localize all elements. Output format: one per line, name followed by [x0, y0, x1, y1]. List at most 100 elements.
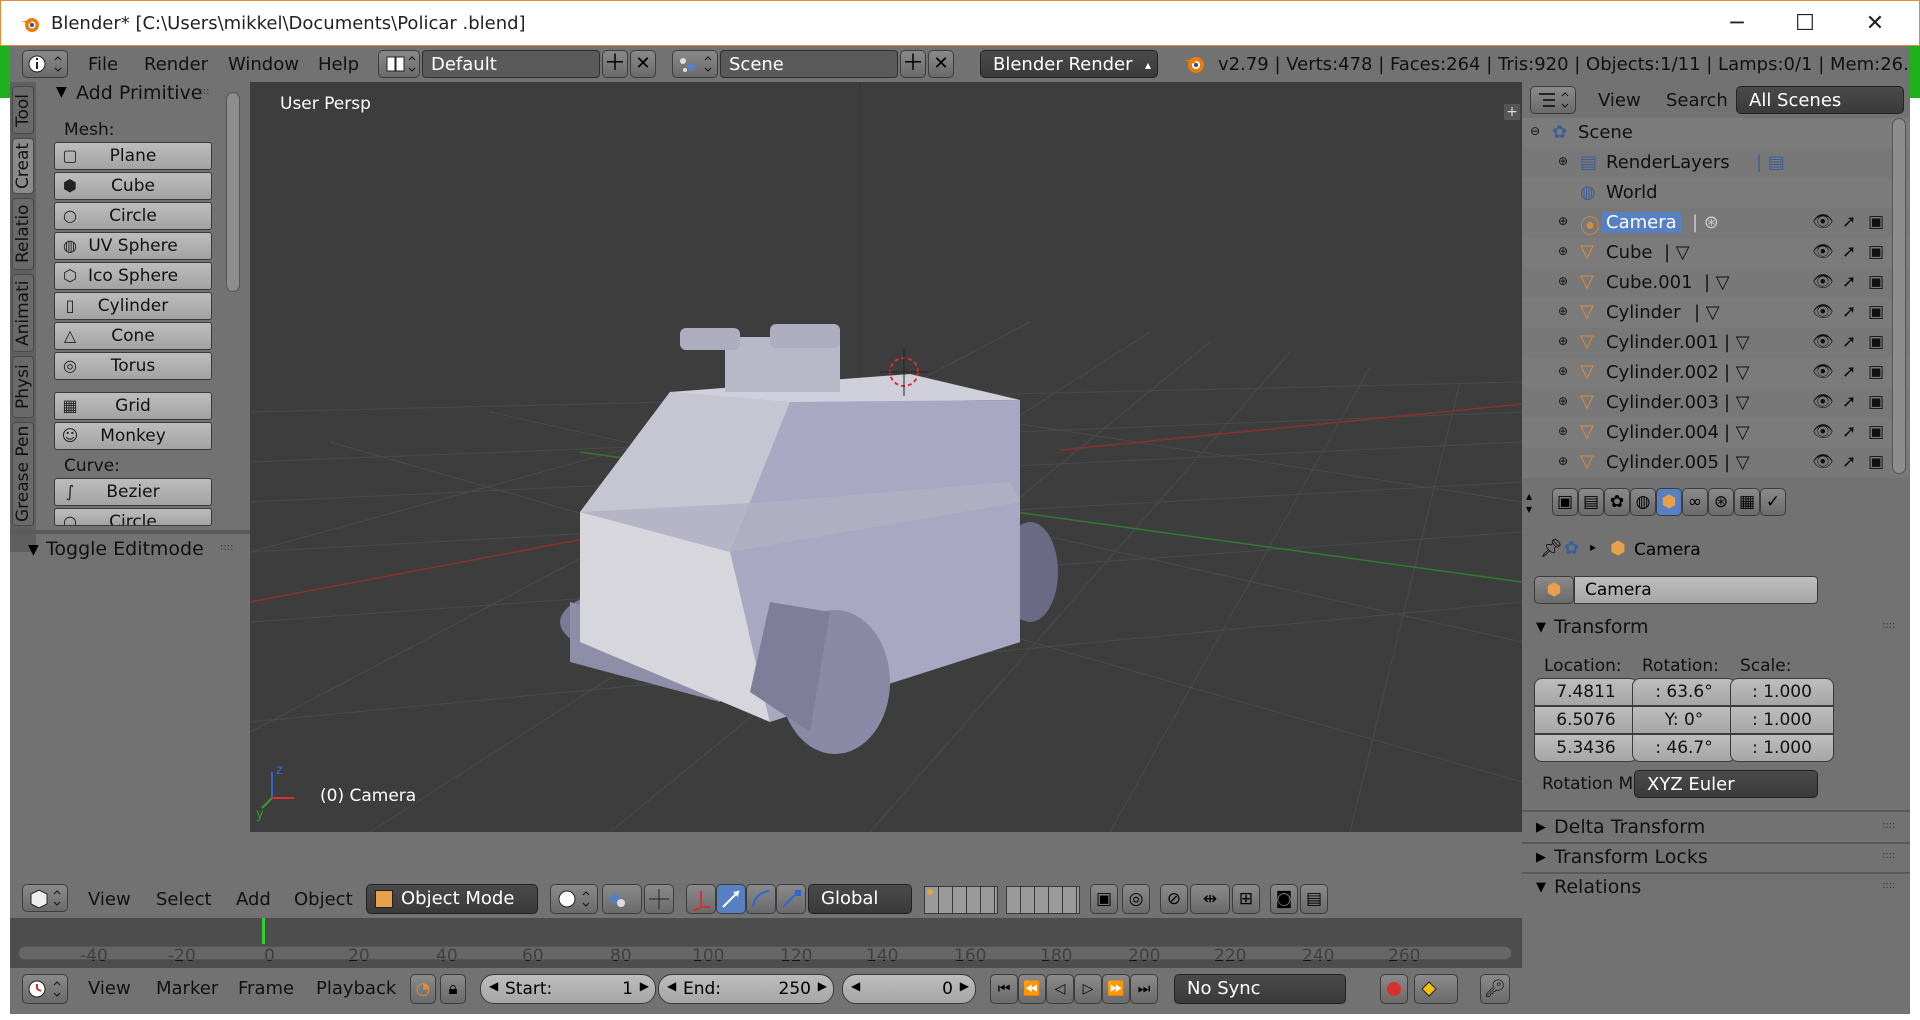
- visibility-eye-icon[interactable]: 👁︎: [1812, 362, 1834, 382]
- tab-object[interactable]: ⬢: [1656, 488, 1682, 516]
- tab-scene[interactable]: ✿: [1604, 488, 1630, 516]
- expand-icon[interactable]: ⊕: [1558, 364, 1568, 378]
- menu-frame[interactable]: Frame: [238, 978, 294, 999]
- tab-constraints[interactable]: ∞: [1682, 488, 1708, 516]
- outliner-row-world[interactable]: ◍ World: [1522, 178, 1910, 208]
- tab-data[interactable]: ⊛: [1708, 488, 1734, 516]
- expand-icon[interactable]: ⊕: [1558, 454, 1568, 468]
- outliner-editor-type-button[interactable]: [1530, 86, 1576, 114]
- add-ico-sphere-button[interactable]: ⬡ Ico Sphere: [54, 262, 212, 290]
- add-circle-button[interactable]: ○ Circle: [54, 202, 212, 230]
- selectable-cursor-icon[interactable]: ➚: [1842, 272, 1856, 292]
- visibility-eye-icon[interactable]: 👁︎: [1812, 272, 1834, 292]
- selectable-cursor-icon[interactable]: ➚: [1842, 242, 1856, 262]
- tab-render-layers[interactable]: ▤: [1578, 488, 1604, 516]
- properties-editor-type-button[interactable]: ▴ ▾: [1526, 490, 1544, 516]
- tab-render[interactable]: ▣: [1552, 488, 1578, 516]
- toggle-editmode-header[interactable]: Toggle Editmode: [46, 538, 204, 560]
- jump-end-button[interactable]: ⏭: [1130, 974, 1158, 1004]
- pin-icon[interactable]: 📌︎: [1540, 538, 1563, 559]
- add-uv-sphere-button[interactable]: ◍ UV Sphere: [54, 232, 212, 260]
- tab-world[interactable]: ◍: [1630, 488, 1656, 516]
- increment-arrow-icon[interactable]: ▶: [818, 979, 827, 993]
- outliner-row-cube[interactable]: ⊕ ▽ Cube | ▽ 👁︎ ➚ ▣: [1522, 238, 1910, 268]
- renderable-camera-icon[interactable]: ▣: [1868, 212, 1884, 232]
- expand-icon[interactable]: ⊕: [1558, 244, 1568, 258]
- outliner-row-cube-001[interactable]: ⊕ ▽ Cube.001 | ▽ 👁︎ ➚ ▣: [1522, 268, 1910, 298]
- menu-select[interactable]: Select: [156, 889, 212, 910]
- panel-collapse-arrow-icon[interactable]: ▼: [56, 84, 67, 100]
- expand-icon[interactable]: ⊕: [1558, 274, 1568, 288]
- outliner-row-cylinder-003[interactable]: ⊕ ▽ Cylinder.003 | ▽ 👁︎ ➚ ▣: [1522, 388, 1910, 418]
- expand-icon[interactable]: ⊕: [1558, 394, 1568, 408]
- selectable-cursor-icon[interactable]: ➚: [1842, 452, 1856, 472]
- menu-view[interactable]: View: [88, 889, 131, 910]
- outliner-row-cylinder-002[interactable]: ⊕ ▽ Cylinder.002 | ▽ 👁︎ ➚ ▣: [1522, 358, 1910, 388]
- selectable-cursor-icon[interactable]: ➚: [1842, 392, 1856, 412]
- add-cylinder-button[interactable]: ▯ Cylinder: [54, 292, 212, 320]
- maximize-button[interactable]: ☐: [1781, 7, 1829, 41]
- add-layout-button[interactable]: ＋: [602, 50, 628, 78]
- decrement-arrow-icon[interactable]: ◀: [667, 979, 676, 993]
- visibility-eye-icon[interactable]: 👁︎: [1812, 452, 1834, 472]
- 3d-viewport[interactable]: z y User Persp (0) Camera +: [250, 82, 1522, 832]
- object-name-field[interactable]: Camera: [1574, 576, 1818, 604]
- collapse-icon[interactable]: ⊖: [1530, 124, 1540, 138]
- tab-grease-pencil[interactable]: Grease Pen: [12, 422, 34, 526]
- transform-locks-panel-header[interactable]: Transform Locks: [1554, 846, 1708, 868]
- layer-buttons-group-2[interactable]: [1006, 886, 1080, 914]
- rotate-manipulator-button[interactable]: [716, 884, 746, 914]
- tab-physics[interactable]: ✓: [1760, 488, 1786, 516]
- panel-collapse-arrow-icon[interactable]: ▼: [28, 542, 39, 558]
- rotation-y-field[interactable]: Y: 0°: [1632, 706, 1736, 734]
- translate-manipulator-button[interactable]: [686, 884, 716, 914]
- relations-panel-header[interactable]: Relations: [1554, 876, 1641, 898]
- snap-target-button[interactable]: ⊞: [1232, 884, 1260, 914]
- jump-start-button[interactable]: ⏮: [990, 974, 1018, 1004]
- start-frame-field[interactable]: ◀ Start: 1 ▶: [480, 974, 656, 1004]
- timeline-editor-type-button[interactable]: [22, 974, 68, 1004]
- drag-handle-icon[interactable]: ::::: [1882, 880, 1895, 891]
- menu-object[interactable]: Object: [294, 889, 353, 910]
- location-z-field[interactable]: 5.3436: [1534, 734, 1638, 762]
- panel-collapse-arrow-icon[interactable]: ▼: [1536, 880, 1546, 895]
- drag-handle-icon[interactable]: ::::: [1882, 820, 1895, 831]
- outliner-vertical-scrollbar[interactable]: [1892, 118, 1906, 474]
- menu-playback[interactable]: Playback: [316, 978, 396, 999]
- menu-render[interactable]: Render: [144, 54, 208, 75]
- menu-window[interactable]: Window: [228, 54, 299, 75]
- outliner-menu-search[interactable]: Search: [1666, 90, 1728, 111]
- render-animation-button[interactable]: ▤: [1300, 884, 1328, 914]
- object-browse-button[interactable]: ⬢: [1534, 576, 1574, 604]
- expand-icon[interactable]: ⊕: [1558, 334, 1568, 348]
- selectable-cursor-icon[interactable]: ➚: [1842, 302, 1856, 322]
- visibility-eye-icon[interactable]: 👁︎: [1812, 212, 1834, 232]
- scale-x-field[interactable]: : 1.000: [1730, 678, 1834, 706]
- visibility-eye-icon[interactable]: 👁︎: [1812, 392, 1834, 412]
- visibility-eye-icon[interactable]: 👁︎: [1812, 422, 1834, 442]
- drag-handle-icon[interactable]: ::::: [220, 542, 233, 553]
- outliner-row-camera[interactable]: ⊕ ⦿ Camera | ⊛ 👁︎ ➚ ▣: [1522, 208, 1910, 238]
- info-editor-type-button[interactable]: [22, 50, 68, 78]
- transform-orientation-dropdown[interactable]: Global: [808, 884, 912, 914]
- renderable-camera-icon[interactable]: ▣: [1868, 362, 1884, 382]
- outliner-row-scene[interactable]: ⊖ ✿ Scene: [1522, 118, 1910, 148]
- tab-tool[interactable]: Tool: [12, 86, 34, 134]
- outliner-row-cylinder-001[interactable]: ⊕ ▽ Cylinder.001 | ▽ 👁︎ ➚ ▣: [1522, 328, 1910, 358]
- viewport-expand-plus-icon[interactable]: +: [1504, 104, 1520, 120]
- manipulator-toggle-button[interactable]: [644, 884, 674, 914]
- menu-file[interactable]: File: [88, 54, 118, 75]
- layer-buttons-group-1[interactable]: [924, 886, 998, 914]
- insert-keyframe-button[interactable]: 🔑︎: [1480, 974, 1510, 1004]
- menu-view[interactable]: View: [88, 978, 131, 999]
- location-x-field[interactable]: 7.4811: [1534, 678, 1638, 706]
- keying-set-button[interactable]: [1414, 974, 1458, 1004]
- editor-type-button[interactable]: [22, 884, 68, 912]
- outliner-row-cylinder-004[interactable]: ⊕ ▽ Cylinder.004 | ▽ 👁︎ ➚ ▣: [1522, 418, 1910, 448]
- drag-handle-icon[interactable]: ::::: [196, 86, 209, 97]
- screen-layout-browse-button[interactable]: [378, 50, 420, 78]
- add-monkey-button[interactable]: ☺ Monkey: [54, 422, 212, 450]
- renderable-camera-icon[interactable]: ▣: [1868, 332, 1884, 352]
- pivot-point-button[interactable]: [602, 884, 642, 914]
- outliner-row-renderlayers[interactable]: ⊕ ▤ RenderLayers | ▤: [1522, 148, 1910, 178]
